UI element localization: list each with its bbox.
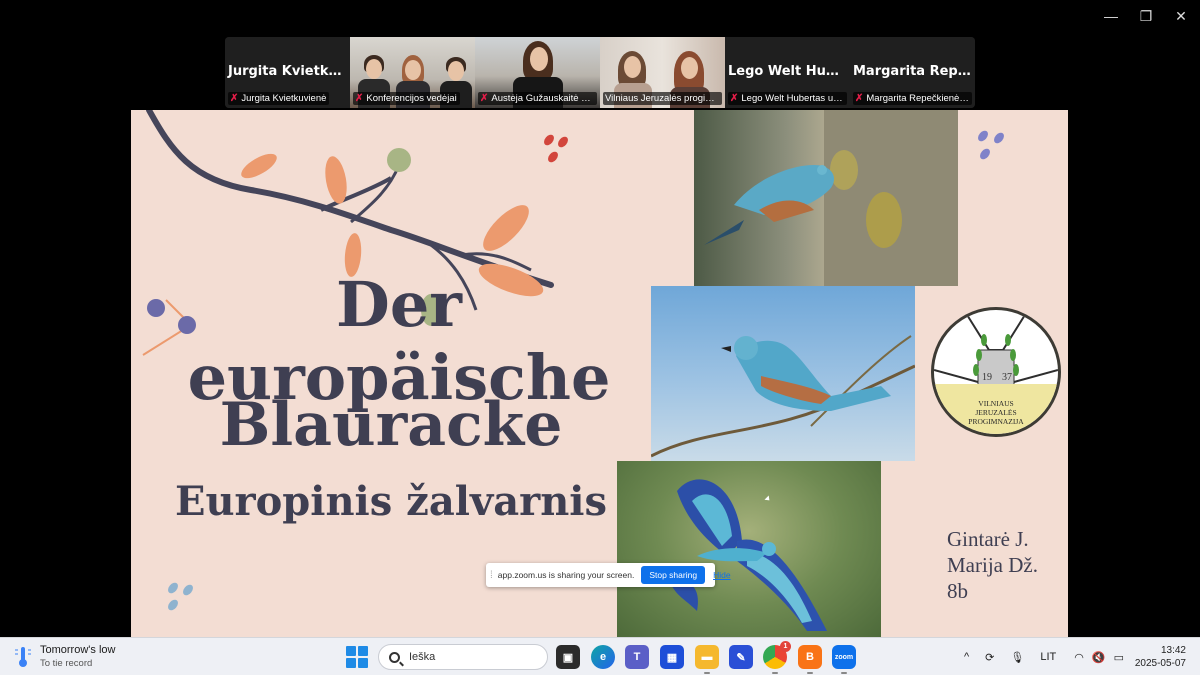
language-indicator[interactable]: LIT (1040, 651, 1056, 663)
volume-muted-icon[interactable]: 🔇 (1092, 651, 1106, 664)
mic-muted-icon: ✗ (855, 93, 864, 104)
blue-dots-decoration-icon (168, 582, 193, 611)
minimize-button[interactable]: — (1096, 6, 1126, 26)
file-explorer-icon[interactable]: ▬ (695, 645, 719, 674)
logo-year-left: 19 (982, 372, 992, 383)
participant-label: Vilniaus Jeruzalės progim... (603, 92, 722, 105)
logo-text: VILNIAUS JERUZALĖS PROGIMNAZIJA (934, 399, 1058, 426)
logo-text-line: JERUZALĖS (975, 408, 1017, 417)
notification-badge: 1 (780, 641, 791, 652)
red-dots-decoration-icon (544, 134, 568, 163)
participant-label-text: Austėja Gužauskaitė 8c... (491, 93, 594, 104)
store-icon[interactable]: ▦ (660, 645, 684, 669)
chrome-icon[interactable]: 1 (763, 641, 791, 674)
participant-label-text: Jurgita Kvietkuvienė (241, 93, 327, 104)
system-tray: ^ ⟳ 🎙 LIT ◠ 🔇 ▭ (964, 638, 1124, 675)
participant-strip: Jurgita Kvietkuv... ✗ Jurgita Kvietkuvien… (225, 37, 975, 108)
drag-handle-icon[interactable]: ⁞ (490, 570, 493, 581)
hide-link[interactable]: Hide (713, 570, 730, 580)
clock-time: 13:42 (1160, 645, 1186, 656)
bird-photo-branch (651, 286, 915, 461)
logo-year-right: 37 (1002, 372, 1012, 383)
slide-authors: Gintarė J. Marija Dž. 8b (947, 526, 1038, 604)
teams-icon[interactable]: T (625, 645, 649, 669)
purple-dots-decoration-icon (978, 130, 1004, 160)
participant-tile[interactable]: ✗ Austėja Gužauskaitė 8c... (475, 37, 600, 108)
bird-photo-tree (694, 110, 958, 286)
participant-label-text: Konferencijos vedėjai (366, 93, 457, 104)
logo-text-line: PROGIMNAZIJA (968, 417, 1024, 426)
author-line: Marija Dž. (947, 553, 1038, 577)
screen: — ❐ ✕ Jurgita Kvietkuv... ✗ Jurgita Kviet… (0, 0, 1200, 675)
mic-muted-icon: ✗ (730, 93, 739, 104)
participant-tile-active-speaker[interactable]: Vilniaus Jeruzalės progim... (600, 37, 725, 108)
taskbar: Tomorrow's low To tie record Ieška ▣ e T… (0, 637, 1200, 675)
participant-tile[interactable]: ✗ Konferencijos vedėjai (350, 37, 475, 108)
participant-label: ✗ Margarita Repečkienė, ... (853, 92, 972, 105)
search-icon (389, 651, 400, 663)
thermometer-icon (15, 647, 31, 667)
close-button[interactable]: ✕ (1166, 6, 1196, 26)
slide-subtitle: Europinis žalvarnis (174, 478, 608, 525)
wifi-icon[interactable]: ◠ (1074, 651, 1084, 664)
participant-label-text: Lego Welt Hubertas un... (741, 93, 844, 104)
author-line: 8b (947, 579, 968, 603)
restore-button[interactable]: ❐ (1131, 6, 1161, 26)
participant-tile[interactable]: Margarita Repe... ✗ Margarita Repečkienė,… (850, 37, 975, 108)
bird-photo-flight (617, 461, 881, 637)
participant-label: ✗ Lego Welt Hubertas un... (728, 92, 847, 105)
participant-label-text: Margarita Repečkienė, ... (866, 93, 969, 104)
participant-label: ✗ Jurgita Kvietkuvienė (228, 92, 330, 105)
participant-label: ✗ Austėja Gužauskaitė 8c... (478, 92, 597, 105)
participant-name-large: Margarita Repe... (853, 64, 975, 79)
mic-muted-icon: ✗ (355, 93, 364, 104)
stop-sharing-button[interactable]: Stop sharing (641, 566, 706, 584)
author-line: Gintarė J. (947, 527, 1029, 551)
zoom-icon[interactable]: zoom (832, 645, 856, 674)
shared-slide: Der europäische Blauracke Europinis žalv… (131, 110, 1068, 637)
weather-title: Tomorrow's low (40, 644, 116, 656)
participant-tile[interactable]: Lego Welt Hube... ✗ Lego Welt Hubertas un… (725, 37, 850, 108)
weather-widget[interactable]: Tomorrow's low To tie record (14, 644, 115, 670)
mic-muted-icon: ✗ (480, 93, 489, 104)
participant-label-text: Vilniaus Jeruzalės progim... (605, 93, 719, 104)
pen-app-icon[interactable]: ✎ (729, 645, 753, 669)
sharing-status-text: app.zoom.us is sharing your screen. (497, 570, 635, 580)
participant-label: ✗ Konferencijos vedėjai (353, 92, 460, 105)
search-placeholder: Ieška (409, 651, 436, 663)
microphone-icon[interactable]: 🎙 (1010, 651, 1024, 664)
brave-browser-icon[interactable]: B (798, 645, 822, 674)
weather-subtitle: To tie record (40, 658, 93, 669)
task-view-icon[interactable]: ▣ (556, 645, 580, 669)
battery-icon[interactable]: ▭ (1114, 651, 1124, 664)
edge-browser-icon[interactable]: e (591, 645, 615, 669)
mic-muted-icon: ✗ (230, 93, 239, 104)
screen-sharing-bar[interactable]: ⁞ app.zoom.us is sharing your screen. St… (486, 563, 731, 587)
logo-text-line: VILNIAUS (978, 399, 1014, 408)
participant-name-large: Lego Welt Hube... (728, 64, 850, 79)
taskbar-search[interactable]: Ieška (378, 644, 548, 670)
slide-title-line-2: Blauracke (219, 390, 563, 460)
clock[interactable]: 13:42 2025-05-07 (1135, 644, 1186, 670)
chevron-up-icon[interactable]: ^ (964, 651, 969, 663)
participant-name-large: Jurgita Kvietkuv... (228, 64, 350, 79)
school-logo: 19 37 VILNIAUS JERUZALĖS PROGIMNAZIJA (931, 307, 1061, 437)
clock-date: 2025-05-07 (1134, 658, 1186, 669)
start-button[interactable] (346, 646, 368, 668)
participant-tile[interactable]: Jurgita Kvietkuv... ✗ Jurgita Kvietkuvien… (225, 37, 350, 108)
sync-icon[interactable]: ⟳ (985, 651, 994, 664)
